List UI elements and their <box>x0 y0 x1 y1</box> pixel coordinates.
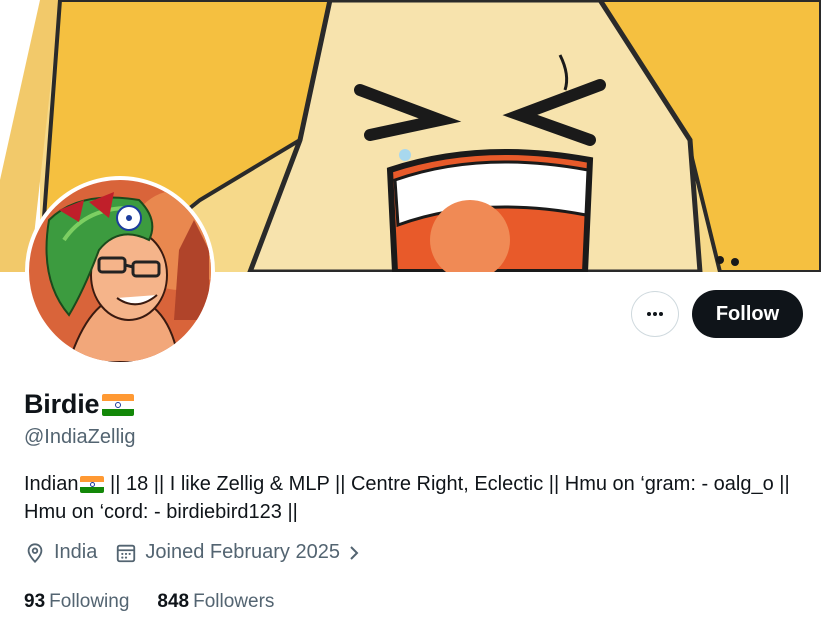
avatar[interactable] <box>29 180 211 362</box>
location-item: India <box>24 541 97 564</box>
user-handle: @IndiaZellig <box>24 426 136 448</box>
bio-text: Indian <box>24 473 79 495</box>
profile-meta: India Joined February 2025 <box>24 541 380 564</box>
avatar-container[interactable] <box>25 176 215 366</box>
location-pin-icon <box>27 542 43 563</box>
india-flag-icon <box>102 393 135 416</box>
india-flag-icon <box>79 475 104 493</box>
calendar-icon <box>117 544 136 562</box>
following-label: Following <box>49 591 130 612</box>
joined-date-text: Joined February 2025 <box>145 541 340 563</box>
bio-line: Hmu on ‘cord: - birdiebird123 || <box>24 498 814 526</box>
chevron-right-icon <box>350 545 359 560</box>
profile-name-row: Birdie <box>24 389 135 420</box>
follow-button[interactable]: Follow <box>692 290 803 338</box>
joined-item[interactable]: Joined February 2025 <box>115 541 362 564</box>
bio-line: Indian || 18 || I like Zellig & MLP || C… <box>24 470 814 498</box>
bio-text: Hmu on ‘cord: - birdiebird123 || <box>24 501 298 523</box>
display-name: Birdie <box>24 389 100 419</box>
bio-text: || 18 || I like Zellig & MLP || Centre R… <box>104 473 790 495</box>
profile-stats: 93 Following 848 Followers <box>24 591 302 613</box>
followers-link[interactable]: 848 Followers <box>157 591 274 613</box>
more-horizontal-icon <box>647 312 663 316</box>
following-link[interactable]: 93 Following <box>24 591 129 613</box>
followers-label: Followers <box>193 591 275 612</box>
avatar-image <box>29 180 211 362</box>
location-text: India <box>54 541 98 563</box>
following-count: 93 <box>24 591 46 612</box>
more-options-button[interactable] <box>631 291 679 337</box>
followers-count: 848 <box>157 591 190 612</box>
profile-bio: Indian || 18 || I like Zellig & MLP || C… <box>24 470 814 526</box>
